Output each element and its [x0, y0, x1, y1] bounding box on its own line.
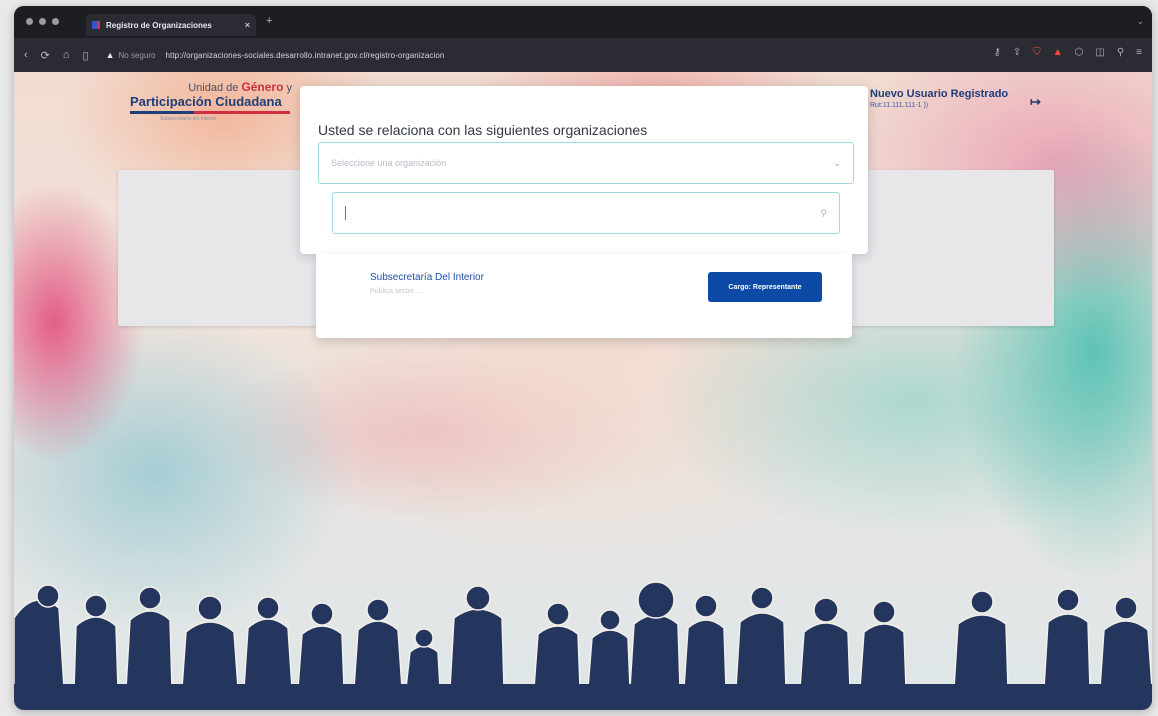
user-rut: Rut:11.111.111-1 )) — [870, 102, 929, 109]
page-content: Unidad de Género y Participación Ciudada… — [14, 72, 1152, 710]
chevron-down-icon: ⌄ — [833, 157, 841, 168]
search-icon: ⚲ — [820, 207, 827, 218]
share-icon[interactable]: ⇪ — [1013, 47, 1021, 58]
brave-shield-icon[interactable]: ⛉ — [1033, 47, 1041, 58]
tab-list-chevron-icon[interactable]: ⌄ — [1136, 16, 1144, 27]
extensions-icon[interactable]: ⬡ — [1075, 47, 1084, 58]
tab-title: Registro de Organizaciones — [106, 20, 212, 30]
security-label: No seguro — [118, 50, 156, 60]
logo-prefix: Unidad de — [188, 82, 242, 94]
window-maximize-dot[interactable] — [52, 18, 59, 25]
rewards-icon[interactable]: ▲ — [1053, 47, 1063, 58]
home-icon[interactable]: ⌂ — [63, 49, 70, 61]
page-footer-band — [14, 684, 1152, 710]
logo-emphasis: Género — [241, 80, 284, 94]
organization-dropdown: Subsecretaría Del Interior Pública secto… — [316, 254, 852, 338]
toolbar-icons: ⚷ ⇪ ⛉ ▲ ⬡ ◫ ⚲ ≡ — [994, 47, 1142, 58]
bookmark-icon[interactable]: ▯ — [83, 49, 89, 62]
logo-line-1: Unidad de Género y — [130, 80, 298, 94]
select-placeholder: Seleccione una organización — [331, 158, 447, 168]
crowd-illustration — [14, 581, 1152, 688]
organization-option-subtitle: Pública sector ... — [370, 288, 422, 295]
organization-option-name[interactable]: Subsecretaría Del Interior — [370, 272, 484, 283]
tab-close-icon[interactable]: × — [245, 20, 250, 30]
wallet-icon[interactable]: ⚲ — [1117, 47, 1124, 58]
sidebar-icon[interactable]: ◫ — [1095, 47, 1104, 58]
organization-select[interactable]: Seleccione una organización ⌄ — [318, 142, 854, 184]
logo-line-2: Participación Ciudadana — [130, 94, 282, 109]
menu-icon[interactable]: ≡ — [1136, 47, 1142, 58]
reload-icon[interactable]: ⟳ — [41, 49, 50, 62]
new-tab-icon[interactable]: + — [266, 15, 272, 27]
logout-icon[interactable]: ↦ — [1030, 94, 1041, 110]
window-minimize-dot[interactable] — [39, 18, 46, 25]
logo-line-3: Subsecretaría del Interior — [160, 116, 217, 122]
tab-bar: Registro de Organizaciones × + ⌄ — [14, 6, 1152, 38]
user-name: Nuevo Usuario Registrado — [870, 88, 1009, 100]
browser-tab[interactable]: Registro de Organizaciones × — [86, 14, 256, 36]
address-bar[interactable]: http://organizaciones-sociales.desarroll… — [165, 51, 444, 60]
key-icon[interactable]: ⚷ — [994, 47, 1001, 58]
user-info: Nuevo Usuario Registrado Rut:11.111.111-… — [870, 88, 1008, 109]
modal-title: Usted se relaciona con las siguientes or… — [318, 122, 648, 138]
warning-icon: ▲ — [105, 50, 115, 60]
navigation-bar: ‹ ⟳ ⌂ ▯ ▲ No seguro http://organizacione… — [14, 38, 1152, 72]
logo-suffix: y — [283, 82, 292, 94]
window-close-dot[interactable] — [26, 18, 33, 25]
browser-window: Registro de Organizaciones × + ⌄ ‹ ⟳ ⌂ ▯… — [14, 6, 1152, 710]
logo-bar — [130, 111, 290, 114]
text-cursor — [345, 206, 346, 220]
organization-modal: Usted se relaciona con las siguientes or… — [300, 86, 868, 254]
cargo-representante-button[interactable]: Cargo: Representante — [708, 272, 822, 302]
favicon-icon — [92, 21, 100, 29]
back-icon[interactable]: ‹ — [24, 49, 28, 61]
organization-search-input[interactable]: ⚲ — [332, 192, 840, 234]
security-indicator[interactable]: ▲ No seguro — [106, 50, 156, 60]
site-logo[interactable]: Unidad de Género y Participación Ciudada… — [130, 80, 298, 122]
